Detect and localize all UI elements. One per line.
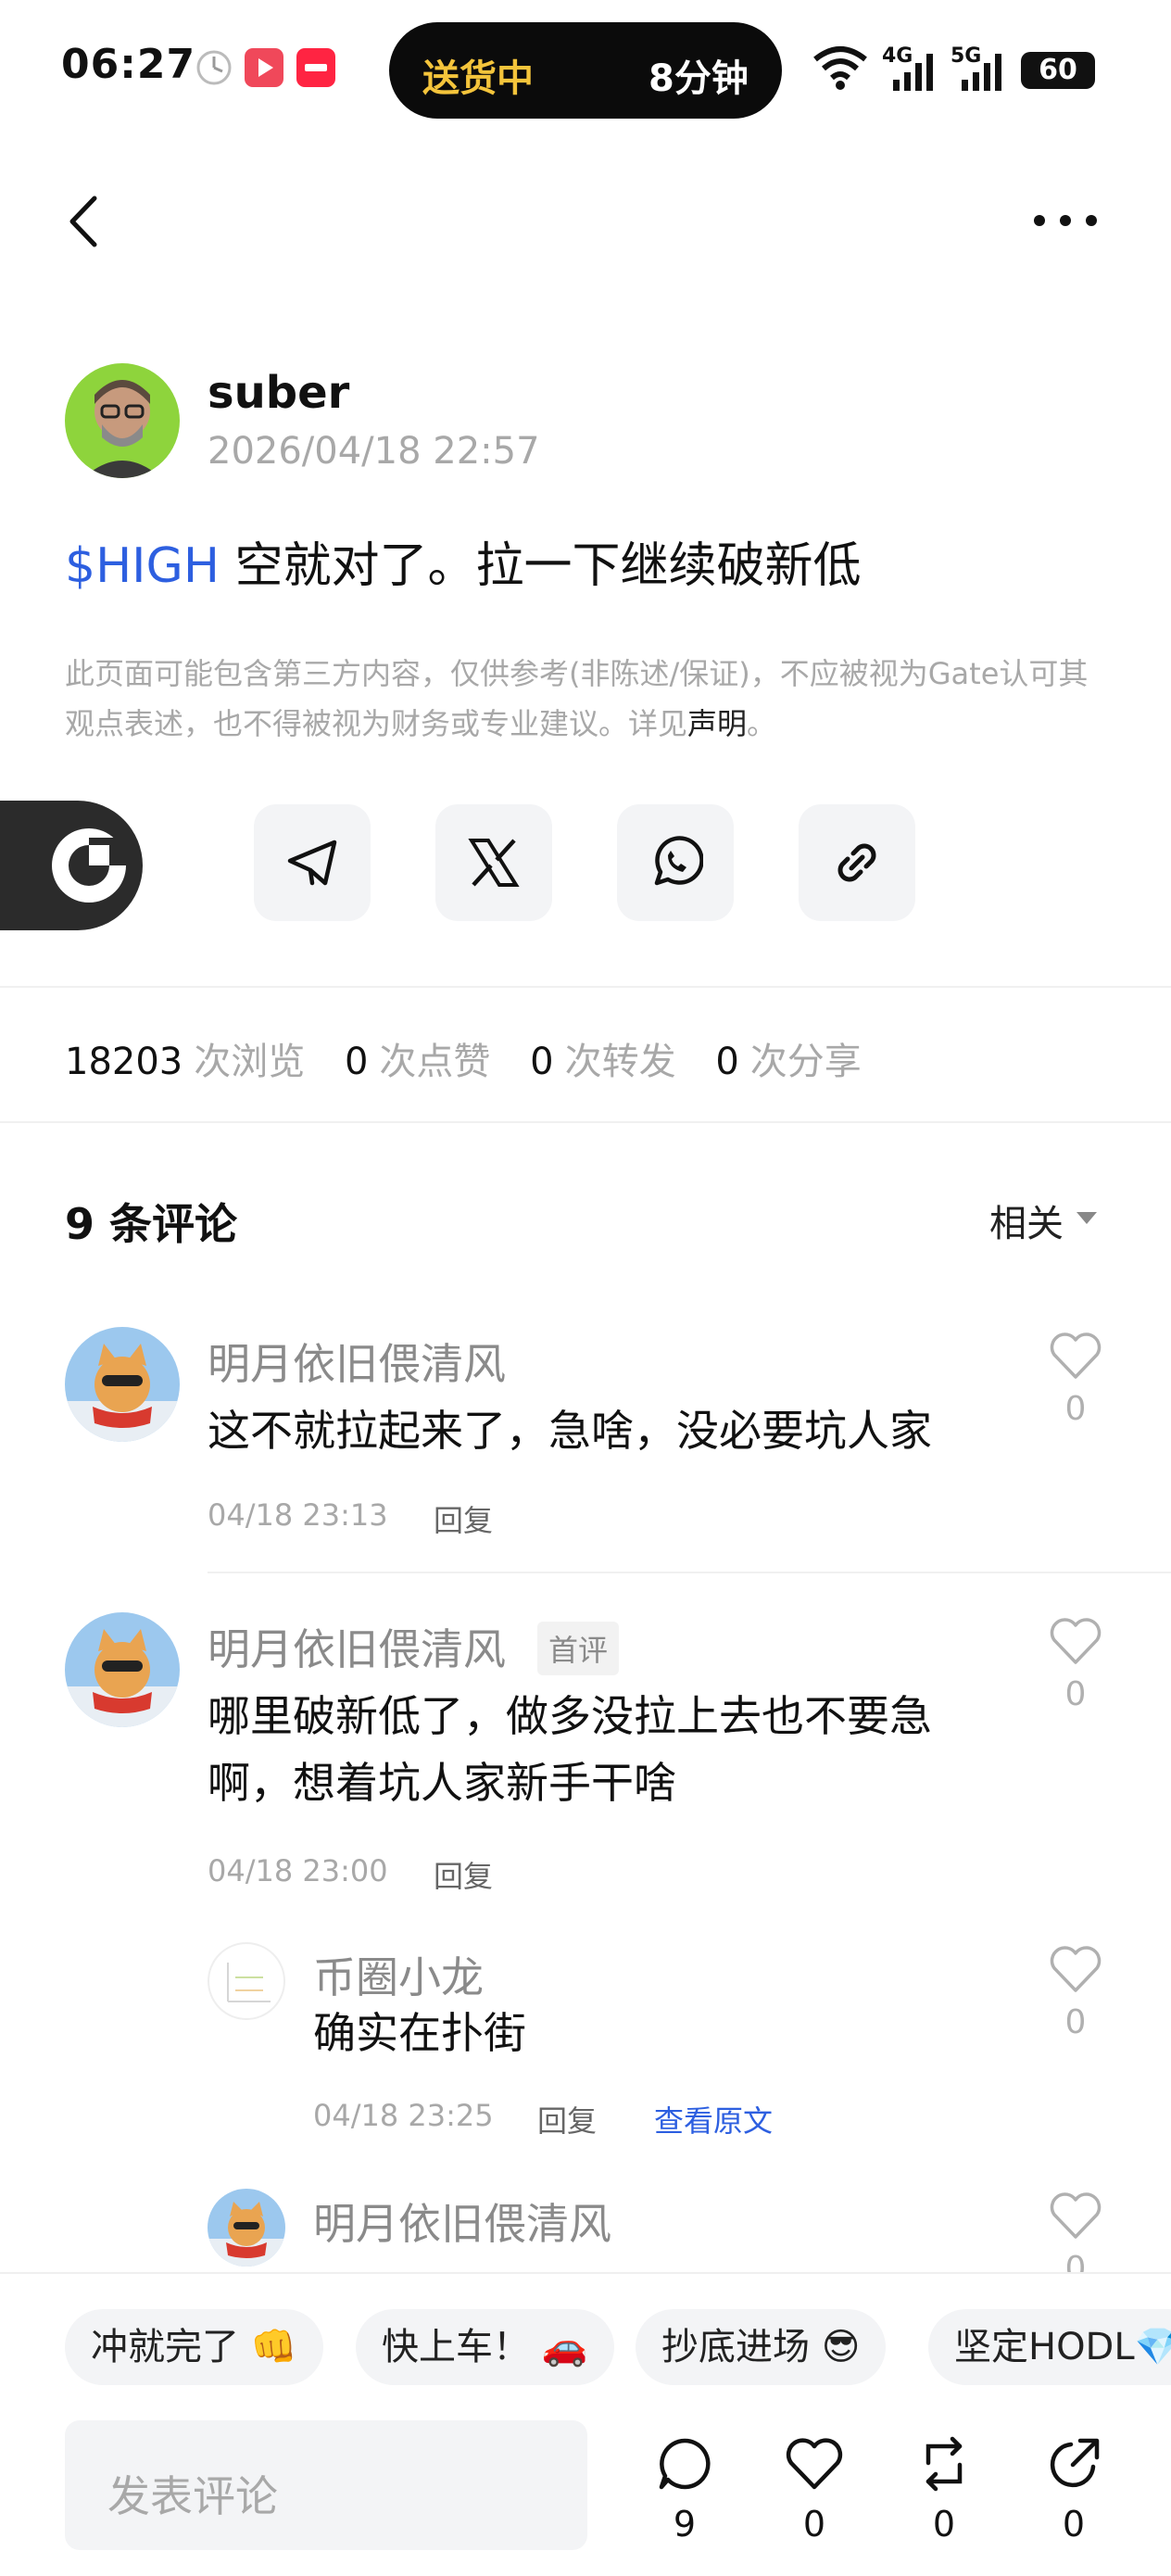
disclaimer: 此页面可能包含第三方内容，仅供参考(非陈述/保证)，不应被视为Gate认可其观点… bbox=[65, 649, 1112, 749]
views-label: 次浏览 bbox=[194, 1041, 306, 1083]
replier-name[interactable]: 币圈小龙 bbox=[313, 1944, 484, 2005]
share-telegram-button[interactable] bbox=[254, 804, 371, 921]
reply-button[interactable]: 回复 bbox=[434, 1497, 493, 1540]
quick-reply-chip[interactable]: 抄底进场 😎 bbox=[636, 2309, 887, 2385]
reply-text: 确实在扑街 bbox=[313, 2008, 526, 2058]
post-text: 空就对了。拉一下继续破新低 bbox=[219, 538, 862, 594]
heart-icon[interactable] bbox=[1049, 1331, 1102, 1384]
comment-text: 哪里破新低了，做多没拉上去也不要急啊，想着坑人家新手干啥 bbox=[208, 1691, 932, 1808]
like-count: 0 bbox=[802, 2504, 826, 2544]
repost-icon[interactable] bbox=[915, 2435, 973, 2496]
reposts-count: 0 bbox=[530, 1041, 554, 1083]
share-icon[interactable] bbox=[1045, 2435, 1102, 2496]
comment-time: 04/18 23:13 bbox=[208, 1497, 388, 1533]
shares-count: 0 bbox=[715, 1041, 739, 1083]
divider bbox=[0, 986, 1171, 988]
comment-input[interactable]: 发表评论 bbox=[65, 2420, 587, 2550]
commenter-avatar[interactable] bbox=[65, 1327, 180, 1442]
gate-float-button[interactable] bbox=[0, 801, 143, 930]
quick-reply-chip[interactable]: 坚定HODL💎 bbox=[928, 2309, 1171, 2385]
comment-text: 这不就拉起来了，急啥，没必要坑人家 bbox=[208, 1406, 932, 1456]
share-whatsapp-button[interactable] bbox=[617, 804, 734, 921]
replier-name[interactable]: 明月依旧偎清风 bbox=[313, 2191, 611, 2252]
divider bbox=[208, 1572, 1171, 1573]
comments-count: 9 条评论 bbox=[65, 1199, 238, 1249]
comment-like-count: 0 bbox=[1064, 1390, 1087, 1428]
author-avatar[interactable] bbox=[65, 363, 180, 478]
delivery-eta: 8分钟 bbox=[648, 57, 749, 100]
shares-label: 次分享 bbox=[749, 1041, 862, 1083]
signal-5g-icon bbox=[960, 52, 1004, 95]
wifi-icon bbox=[812, 44, 869, 95]
quick-reply-chip[interactable]: 冲就完了 👊 bbox=[65, 2309, 323, 2385]
quick-reply-chip[interactable]: 快上车！ 🚗 bbox=[356, 2309, 614, 2385]
post-content: $HIGH 空就对了。拉一下继续破新低 bbox=[65, 526, 861, 596]
comment-input-placeholder: 发表评论 bbox=[107, 2471, 278, 2521]
likes-count: 0 bbox=[344, 1041, 369, 1083]
replier-avatar[interactable] bbox=[208, 2189, 285, 2267]
author-name[interactable]: suber bbox=[208, 367, 349, 419]
view-original-link[interactable]: 查看原文 bbox=[654, 2098, 773, 2140]
video-app-icon bbox=[245, 48, 283, 87]
commenter-name[interactable]: 明月依旧偎清风 bbox=[208, 1331, 506, 1392]
views-count: 18203 bbox=[65, 1041, 183, 1083]
more-icon[interactable] bbox=[1030, 209, 1101, 232]
disclaimer-text: 此页面可能包含第三方内容，仅供参考(非陈述/保证)，不应被视为Gate认可其观点… bbox=[65, 656, 1089, 741]
reposts-label: 次转发 bbox=[564, 1041, 676, 1083]
comment-count: 9 bbox=[673, 2504, 697, 2544]
battery-indicator: 60 bbox=[1021, 52, 1095, 89]
xiaohongshu-app-icon bbox=[296, 48, 335, 87]
status-time: 06:27 bbox=[61, 41, 196, 88]
delivery-status: 送货中 bbox=[422, 57, 534, 100]
comment-icon[interactable] bbox=[656, 2435, 713, 2496]
reply-button[interactable]: 回复 bbox=[434, 1853, 493, 1896]
commenter-name[interactable]: 明月依旧偎清风 bbox=[208, 1616, 506, 1677]
divider bbox=[0, 1121, 1171, 1123]
clock-app-icon bbox=[195, 48, 233, 87]
disclaimer-end: 。 bbox=[747, 706, 777, 741]
repost-count: 0 bbox=[932, 2504, 956, 2544]
signal-4g-icon bbox=[891, 52, 936, 95]
heart-icon[interactable] bbox=[1049, 1616, 1102, 1670]
first-comment-badge: 首评 bbox=[537, 1622, 620, 1675]
caret-down-icon[interactable] bbox=[1077, 1212, 1097, 1224]
replier-avatar[interactable] bbox=[208, 1942, 285, 2020]
share-x-button[interactable] bbox=[435, 804, 552, 921]
reply-button[interactable]: 回复 bbox=[537, 2098, 597, 2140]
commenter-avatar[interactable] bbox=[65, 1612, 180, 1727]
reply-like-count: 0 bbox=[1064, 2003, 1087, 2041]
back-icon[interactable] bbox=[61, 189, 107, 254]
likes-label: 次点赞 bbox=[379, 1041, 491, 1083]
share-count: 0 bbox=[1062, 2504, 1086, 2544]
post-datetime: 2026/04/18 22:57 bbox=[208, 430, 540, 473]
comment-like-count: 0 bbox=[1064, 1675, 1087, 1713]
heart-icon[interactable] bbox=[1049, 2191, 1102, 2244]
sort-dropdown[interactable]: 相关 bbox=[989, 1193, 1064, 1247]
copy-link-button[interactable] bbox=[799, 804, 915, 921]
disclaimer-link[interactable]: 声明 bbox=[687, 706, 747, 741]
heart-icon[interactable] bbox=[1049, 1944, 1102, 1998]
comment-time: 04/18 23:00 bbox=[208, 1853, 388, 1888]
reply-time: 04/18 23:25 bbox=[313, 2098, 494, 2133]
ticker-link[interactable]: $HIGH bbox=[65, 538, 220, 594]
like-icon[interactable] bbox=[786, 2437, 843, 2494]
post-stats: 18203 次浏览 0 次点赞 0 次转发 0 次分享 bbox=[65, 1031, 889, 1085]
